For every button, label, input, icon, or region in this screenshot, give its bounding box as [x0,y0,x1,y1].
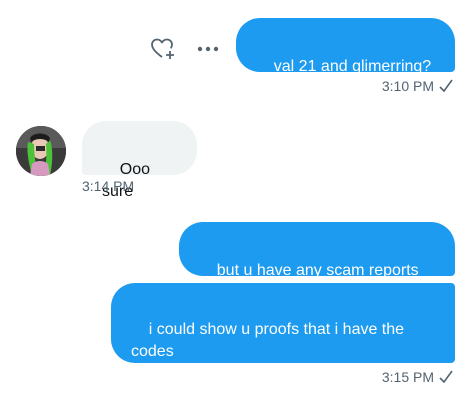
message-timestamp: 3:10 PM [382,78,454,94]
message-text: but u have any scam reports [216,262,419,279]
heart-plus-icon[interactable] [150,37,176,61]
message-bubble-incoming[interactable]: Ooo sure [82,121,197,200]
checkmark-icon [439,370,453,384]
message-timestamp: 3:15 PM [382,369,454,385]
timestamp-text: 3:14 PM [82,178,135,194]
message-bubble-outgoing[interactable]: but u have any scam reports [179,222,455,279]
message-text: i could show u proofs that i have the co… [131,321,409,360]
timestamp-text: 3:15 PM [381,369,434,385]
avatar-image [16,126,66,176]
message-bubble-outgoing[interactable]: i could show u proofs that i have the co… [111,283,455,363]
avatar[interactable] [16,126,66,176]
more-icon[interactable] [196,42,220,56]
message-bubble-outgoing[interactable]: val 21 and glimerring? [236,18,455,75]
dm-conversation: val 21 and glimerring? 3:10 PM Ooo sure … [0,0,466,400]
message-text: val 21 and glimerring? [273,58,432,75]
checkmark-icon [439,79,453,93]
message-timestamp: 3:14 PM [82,178,134,194]
timestamp-text: 3:10 PM [381,78,434,94]
